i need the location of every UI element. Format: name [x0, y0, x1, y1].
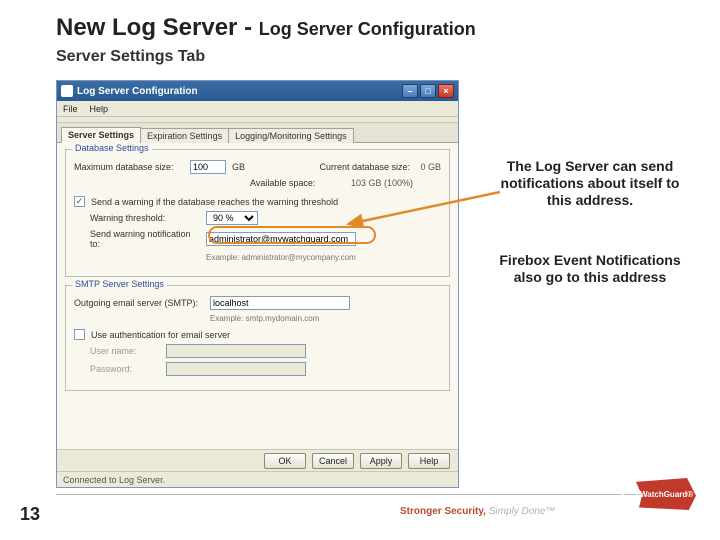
- menu-help[interactable]: Help: [90, 104, 109, 114]
- minimize-icon: –: [407, 87, 412, 96]
- value-current-db-size: 0 GB: [420, 162, 441, 172]
- checkbox-warning-threshold[interactable]: [74, 196, 85, 207]
- annotation-2: Firebox Event Notifications also go to t…: [490, 252, 690, 286]
- example-smtp-server: Example: smtp.mydomain.com: [210, 314, 319, 323]
- label-password: Password:: [90, 364, 160, 374]
- tagline-strong: Stronger Security,: [400, 506, 489, 517]
- label-warning-checkbox: Send a warning if the database reaches t…: [91, 197, 338, 207]
- maximize-button[interactable]: □: [420, 84, 436, 98]
- input-smtp-server[interactable]: [210, 296, 350, 310]
- label-smtp-server: Outgoing email server (SMTP):: [74, 298, 204, 308]
- menubar: File Help: [57, 101, 458, 117]
- input-username: [166, 344, 306, 358]
- footer-rule: [56, 494, 676, 495]
- example-notification-email: Example: administrator@mycompany.com: [206, 253, 356, 262]
- watchguard-logo: WatchGuard®: [616, 478, 696, 518]
- tab-logging-settings[interactable]: Logging/Monitoring Settings: [228, 128, 354, 143]
- slide-heading: New Log Server - Log Server Configuratio…: [56, 14, 476, 42]
- cancel-button[interactable]: Cancel: [312, 453, 354, 469]
- titlebar: Log Server Configuration – □ ×: [57, 81, 458, 101]
- help-button[interactable]: Help: [408, 453, 450, 469]
- logo-text: WatchGuard®: [640, 490, 693, 499]
- group-title-database: Database Settings: [72, 143, 152, 153]
- ok-button[interactable]: OK: [264, 453, 306, 469]
- highlight-circle-tab: [58, 123, 130, 139]
- tagline-em: Simply Done™: [489, 506, 556, 517]
- label-username: User name:: [90, 346, 160, 356]
- select-warning-threshold[interactable]: 90 %: [206, 211, 258, 225]
- unit-gb: GB: [232, 162, 245, 172]
- input-password: [166, 362, 306, 376]
- menu-file[interactable]: File: [63, 104, 78, 114]
- app-icon: [61, 85, 73, 97]
- checkbox-smtp-auth[interactable]: [74, 329, 85, 340]
- label-warning-threshold: Warning threshold:: [90, 213, 200, 223]
- app-window: Log Server Configuration – □ × File Help…: [56, 80, 459, 488]
- tagline: Stronger Security, Simply Done™: [400, 506, 555, 517]
- group-database-settings: Database Settings Maximum database size:…: [65, 149, 450, 277]
- close-icon: ×: [443, 87, 448, 96]
- page-number: 13: [20, 504, 40, 525]
- minimize-button[interactable]: –: [402, 84, 418, 98]
- apply-button[interactable]: Apply: [360, 453, 402, 469]
- tab-expiration-settings[interactable]: Expiration Settings: [140, 128, 229, 143]
- group-smtp-settings: SMTP Server Settings Outgoing email serv…: [65, 285, 450, 391]
- label-smtp-auth: Use authentication for email server: [91, 330, 230, 340]
- close-button[interactable]: ×: [438, 84, 454, 98]
- heading-sub: Log Server Configuration: [259, 19, 476, 39]
- input-notification-email[interactable]: [206, 232, 356, 246]
- window-title: Log Server Configuration: [77, 86, 400, 97]
- dialog-body: Database Settings Maximum database size:…: [57, 143, 458, 449]
- input-max-db-size[interactable]: [190, 160, 226, 174]
- annotation-1: The Log Server can send notifications ab…: [490, 158, 690, 208]
- statusbar: Connected to Log Server.: [57, 471, 458, 487]
- heading-main: New Log Server -: [56, 14, 259, 41]
- label-current-db-size: Current database size:: [319, 162, 414, 172]
- logo-circle-icon: [622, 486, 638, 502]
- group-title-smtp: SMTP Server Settings: [72, 279, 167, 289]
- status-text: Connected to Log Server.: [63, 475, 165, 485]
- label-notification-email: Send warning notification to:: [90, 229, 200, 249]
- label-available-space: Available space:: [250, 178, 345, 188]
- value-available-space: 103 GB (100%): [351, 178, 413, 188]
- label-max-db-size: Maximum database size:: [74, 162, 184, 172]
- maximize-icon: □: [425, 87, 430, 96]
- slide-subtitle: Server Settings Tab: [56, 48, 205, 66]
- dialog-button-row: OK Cancel Apply Help: [57, 449, 458, 471]
